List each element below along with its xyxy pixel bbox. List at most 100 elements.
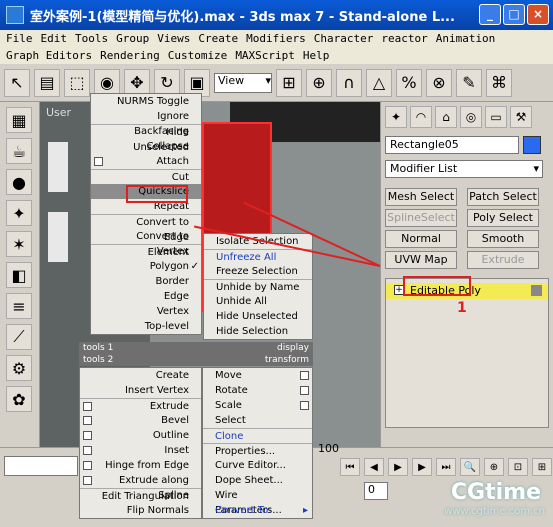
modifier-button-extrude[interactable]: Extrude bbox=[467, 251, 539, 269]
named-selection-icon[interactable]: ✎ bbox=[456, 68, 482, 97]
menu-item-vertex[interactable]: Vertex bbox=[91, 304, 201, 319]
menu-item-extrude-along-spline[interactable]: Extrude along Spline bbox=[80, 473, 201, 501]
goto-start-icon[interactable]: ⏮ bbox=[340, 458, 360, 476]
reference-coordinate-select[interactable]: View ▾ bbox=[214, 72, 272, 93]
menu-tools[interactable]: Tools bbox=[75, 30, 108, 47]
light-icon[interactable]: ✦ bbox=[6, 200, 32, 226]
menu-item-polygon[interactable]: Polygon ✓ bbox=[91, 259, 201, 274]
select-manipulate-icon[interactable]: ⊕ bbox=[306, 68, 332, 97]
menu-modifiers[interactable]: Modifiers bbox=[246, 30, 306, 47]
angle-snap-icon[interactable]: △ bbox=[366, 68, 392, 97]
menu-item-hide-unselected[interactable]: Hide Unselected bbox=[204, 309, 312, 324]
maximize-button[interactable]: □ bbox=[503, 4, 525, 25]
menu-maxscript[interactable]: MAXScript bbox=[235, 47, 295, 64]
menu-rendering[interactable]: Rendering bbox=[100, 47, 160, 64]
menu-item-border[interactable]: Border bbox=[91, 274, 201, 289]
menu-item-insert-vertex[interactable]: Insert Vertex bbox=[80, 383, 201, 398]
wand-icon[interactable]: ⟋ bbox=[6, 324, 32, 350]
menu-item-rotate[interactable]: Rotate bbox=[203, 383, 312, 398]
utilities-tab-icon[interactable]: ⚒ bbox=[510, 106, 532, 128]
menu-create[interactable]: Create bbox=[198, 30, 238, 47]
menu-item-unfreeze-all[interactable]: Unfreeze All bbox=[204, 249, 312, 264]
menu-item-collapse[interactable]: Collapse bbox=[91, 139, 201, 154]
menu-item-element[interactable]: Element bbox=[91, 244, 201, 259]
modifier-list-dropdown[interactable]: Modifier List ▾ bbox=[385, 160, 543, 178]
menu-item-bevel[interactable]: Bevel bbox=[80, 413, 201, 428]
menu-item-convert-to-edge[interactable]: Convert to Edge bbox=[91, 214, 201, 243]
display-tab-icon[interactable]: ▭ bbox=[485, 106, 507, 128]
menu-item-unhide-by-name[interactable]: Unhide by Name bbox=[204, 279, 312, 294]
modifier-button-patch-select[interactable]: Patch Select bbox=[467, 188, 539, 206]
modifier-button-mesh-select[interactable]: Mesh Select bbox=[385, 188, 457, 206]
select-arrow-icon[interactable]: ↖ bbox=[4, 68, 30, 97]
menu-item-scale[interactable]: Scale bbox=[203, 398, 312, 413]
menu-edit[interactable]: Edit bbox=[41, 30, 68, 47]
script-listener[interactable] bbox=[4, 456, 78, 476]
modifier-stack: + Editable Poly bbox=[385, 278, 549, 428]
pivot-icon[interactable]: ⊞ bbox=[276, 68, 302, 97]
snap-toggle-icon[interactable]: ∩ bbox=[336, 68, 362, 97]
menu-item-hide-unselected[interactable]: Hide Unselected bbox=[91, 124, 201, 153]
modifier-button-poly-select[interactable]: Poly Select bbox=[467, 209, 539, 227]
menu-item-hide-selection[interactable]: Hide Selection bbox=[204, 324, 312, 339]
modifier-button-splineselect[interactable]: SplineSelect bbox=[385, 209, 457, 227]
menu-animation[interactable]: Animation bbox=[436, 30, 496, 47]
region-select-icon[interactable]: ⬚ bbox=[64, 68, 90, 97]
menu-item-outline[interactable]: Outline bbox=[80, 428, 201, 443]
menu-item-top-level[interactable]: Top-level bbox=[91, 319, 201, 334]
modifier-button-normal[interactable]: Normal bbox=[385, 230, 457, 248]
motion-tab-icon[interactable]: ◎ bbox=[460, 106, 482, 128]
menu-file[interactable]: File bbox=[6, 30, 33, 47]
minimize-button[interactable]: _ bbox=[479, 4, 501, 25]
modifier-button-uvw-map[interactable]: UVW Map bbox=[385, 251, 457, 269]
menu-item-create[interactable]: Create bbox=[80, 368, 201, 383]
menu-item-nurms-toggle[interactable]: NURMS Toggle bbox=[91, 94, 201, 109]
menu-item-wire-parameters[interactable]: Wire Parameters... bbox=[203, 488, 312, 516]
modifier-button-smooth[interactable]: Smooth bbox=[467, 230, 539, 248]
menu-item-ignore-backfacing[interactable]: Ignore Backfacing bbox=[91, 109, 201, 137]
boxes-icon[interactable]: ▦ bbox=[6, 107, 32, 133]
menu-item-flip-normals[interactable]: Flip Normals bbox=[80, 503, 201, 518]
bones-icon[interactable]: ✶ bbox=[6, 231, 32, 257]
select-by-name-icon[interactable]: ▤ bbox=[34, 68, 60, 97]
sphere-icon[interactable]: ● bbox=[6, 169, 32, 195]
menu-item-unhide-all[interactable]: Unhide All bbox=[204, 294, 312, 309]
object-name-field[interactable]: Rectangle05 bbox=[385, 136, 519, 154]
menu-item-freeze-selection[interactable]: Freeze Selection bbox=[204, 264, 312, 279]
menu-character[interactable]: Character bbox=[314, 30, 374, 47]
render-icon[interactable]: ⚙ bbox=[6, 355, 32, 381]
menu-item-properties[interactable]: Properties... bbox=[203, 443, 312, 458]
settings-icon[interactable]: ✿ bbox=[6, 386, 32, 412]
menu-help[interactable]: Help bbox=[303, 47, 330, 64]
create-tab-icon[interactable]: ✦ bbox=[385, 106, 407, 128]
material-icon[interactable]: ◧ bbox=[6, 262, 32, 288]
layers-icon[interactable]: ≡ bbox=[6, 293, 32, 319]
menu-item-convert-to-vertex[interactable]: Convert to Vertex bbox=[91, 229, 201, 257]
spinner-snap-icon[interactable]: ⊗ bbox=[426, 68, 452, 97]
menu-item-edit-triangulation[interactable]: Edit Triangulation bbox=[80, 488, 201, 503]
menu-item-extrude[interactable]: Extrude bbox=[80, 398, 201, 413]
menu-views[interactable]: Views bbox=[157, 30, 190, 47]
modify-tab-icon[interactable]: ◠ bbox=[410, 106, 432, 128]
object-color-swatch[interactable] bbox=[523, 136, 541, 154]
hierarchy-tab-icon[interactable]: ⌂ bbox=[435, 106, 457, 128]
menu-item-hinge-from-edge[interactable]: Hinge from Edge bbox=[80, 458, 201, 473]
mirror-icon[interactable]: ⌘ bbox=[486, 68, 512, 97]
menu-item-edge[interactable]: Edge bbox=[91, 289, 201, 304]
menu-group[interactable]: Group bbox=[116, 30, 149, 47]
menu-item-inset[interactable]: Inset bbox=[80, 443, 201, 458]
menu-item-dope-sheet[interactable]: Dope Sheet... bbox=[203, 473, 312, 488]
menu-item-move[interactable]: Move bbox=[203, 368, 312, 383]
menu-reactor[interactable]: reactor bbox=[381, 30, 427, 47]
menu-item-convert-to[interactable]: Convert To: ▸ bbox=[203, 503, 312, 518]
menu-customize[interactable]: Customize bbox=[168, 47, 228, 64]
menu-graph-editors[interactable]: Graph Editors bbox=[6, 47, 92, 64]
menu-item-attach[interactable]: Attach bbox=[91, 154, 201, 169]
teapot-icon[interactable]: ☕ bbox=[6, 138, 32, 164]
percent-snap-icon[interactable]: % bbox=[396, 68, 422, 97]
menu-item-select[interactable]: Select bbox=[203, 413, 312, 428]
menu-item-curve-editor[interactable]: Curve Editor... bbox=[203, 458, 312, 473]
close-button[interactable]: × bbox=[527, 4, 549, 25]
menu-item-clone[interactable]: Clone bbox=[203, 428, 312, 443]
menu-item-cut[interactable]: Cut bbox=[91, 169, 201, 184]
